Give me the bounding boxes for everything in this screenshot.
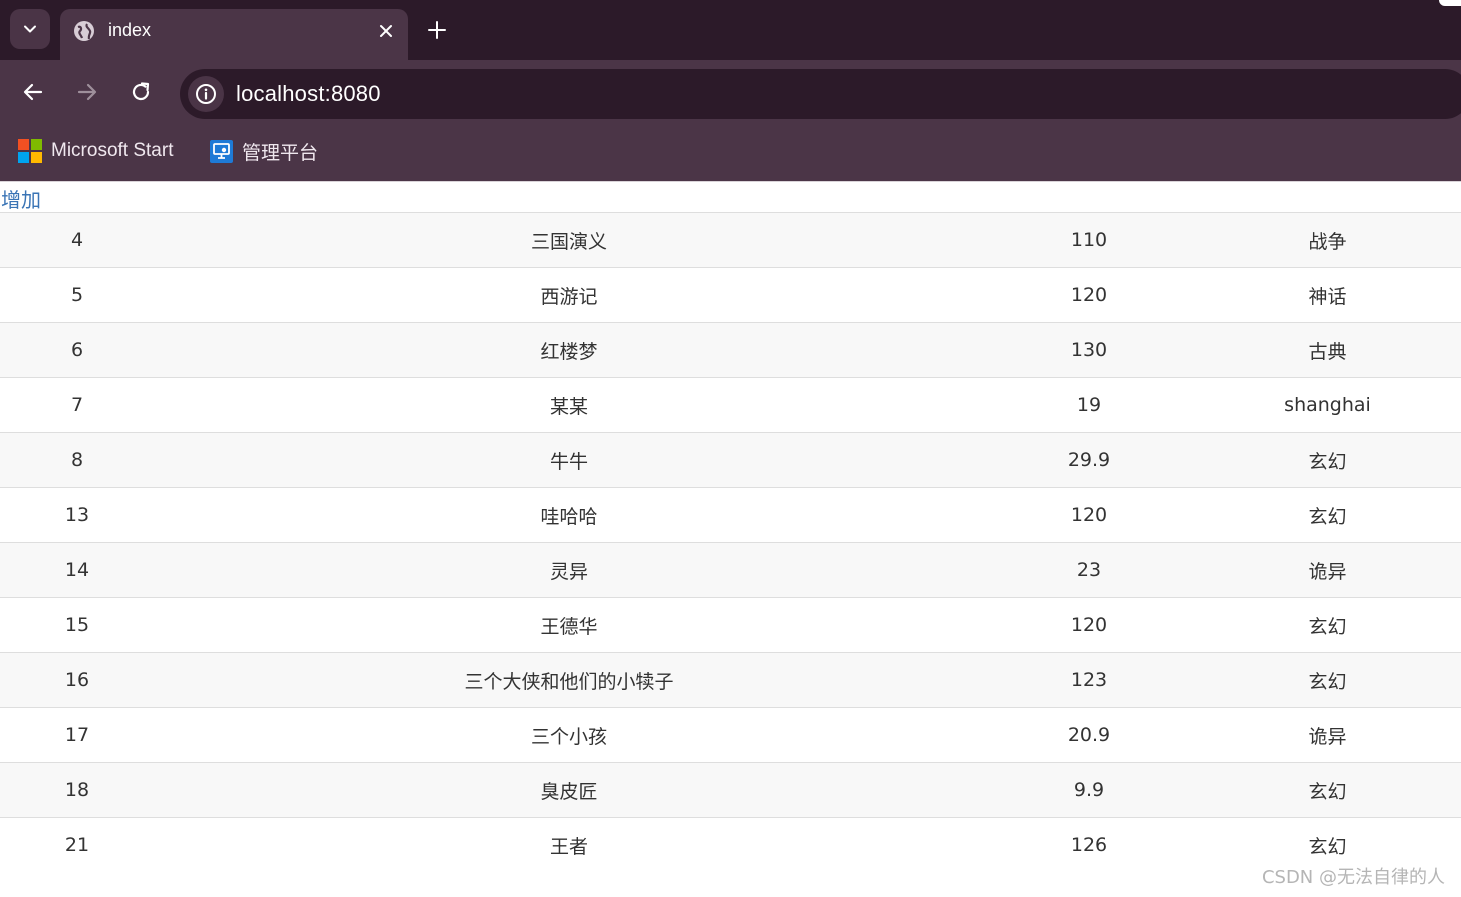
bookmark-admin-platform[interactable]: 管理平台 xyxy=(210,137,318,165)
table-row: 21 王者 126 玄幻 xyxy=(0,817,1461,872)
cell-name: 臭皮匠 xyxy=(154,762,984,818)
cell-id: 14 xyxy=(0,542,154,598)
url-text[interactable]: localhost:8080 xyxy=(236,81,381,107)
address-bar[interactable]: localhost:8080 xyxy=(180,69,1461,119)
bookmark-label: Microsoft Start xyxy=(51,140,174,161)
page-content: 增加 4 三国演义 110 战争 5 西游记 120 神话 6 红楼梦 130 古典 7 某某 19 shan… xyxy=(0,182,1461,897)
cell-price: 120 xyxy=(984,597,1194,653)
table-row: 7 某某 19 shanghai xyxy=(0,377,1461,433)
cell-category: 战争 xyxy=(1194,212,1461,268)
cell-name: 某某 xyxy=(154,377,984,433)
cell-name: 三国演义 xyxy=(154,212,984,268)
bookmarks-bar: Microsoft Start 管理平台 xyxy=(0,121,1461,181)
microsoft-logo-icon xyxy=(18,139,42,163)
cell-category: 古典 xyxy=(1194,322,1461,378)
cell-id: 15 xyxy=(0,597,154,653)
cell-name: 红楼梦 xyxy=(154,322,984,378)
cell-id: 7 xyxy=(0,377,154,433)
tab-strip: index xyxy=(0,0,1461,60)
cell-id: 5 xyxy=(0,267,154,323)
tab-search-button[interactable] xyxy=(10,9,50,49)
site-info-button[interactable] xyxy=(188,76,224,112)
cell-name: 牛牛 xyxy=(154,432,984,488)
window-corner xyxy=(1439,0,1461,6)
cell-category: 玄幻 xyxy=(1194,597,1461,653)
cell-name: 三个小孩 xyxy=(154,707,984,763)
cell-name: 三个大侠和他们的小犊子 xyxy=(154,652,984,708)
table-row: 14 灵异 23 诡异 xyxy=(0,542,1461,598)
cell-price: 130 xyxy=(984,322,1194,378)
table-row: 16 三个大侠和他们的小犊子 123 玄幻 xyxy=(0,652,1461,708)
table-row: 13 哇哈哈 120 玄幻 xyxy=(0,487,1461,543)
cell-price: 19 xyxy=(984,377,1194,433)
table-body: 4 三国演义 110 战争 5 西游记 120 神话 6 红楼梦 130 古典 7 某某 19 shangha… xyxy=(0,212,1461,872)
table-row: 18 臭皮匠 9.9 玄幻 xyxy=(0,762,1461,818)
cell-category: 诡异 xyxy=(1194,707,1461,763)
cell-price: 120 xyxy=(984,487,1194,543)
cell-price: 20.9 xyxy=(984,707,1194,763)
table-row: 15 王德华 120 玄幻 xyxy=(0,597,1461,653)
cell-category: 诡异 xyxy=(1194,542,1461,598)
cell-category: shanghai xyxy=(1194,377,1461,433)
cell-category: 玄幻 xyxy=(1194,762,1461,818)
cell-price: 123 xyxy=(984,652,1194,708)
cell-name: 西游记 xyxy=(154,267,984,323)
cell-name: 王者 xyxy=(154,817,984,872)
bookmark-microsoft-start[interactable]: Microsoft Start xyxy=(18,137,173,165)
cell-id: 16 xyxy=(0,652,154,708)
close-icon[interactable] xyxy=(376,21,396,41)
book-table: 4 三国演义 110 战争 5 西游记 120 神话 6 红楼梦 130 古典 7 某某 19 shangha… xyxy=(0,212,1461,872)
cell-name: 王德华 xyxy=(154,597,984,653)
chevron-down-icon xyxy=(24,25,36,33)
cell-category: 神话 xyxy=(1194,267,1461,323)
cell-id: 13 xyxy=(0,487,154,543)
cell-price: 110 xyxy=(984,212,1194,268)
bookmark-label: 管理平台 xyxy=(242,142,319,164)
new-tab-plus-icon[interactable] xyxy=(426,19,448,41)
table-row: 5 西游记 120 神话 xyxy=(0,267,1461,323)
cell-id: 6 xyxy=(0,322,154,378)
cell-name: 灵异 xyxy=(154,542,984,598)
cell-id: 4 xyxy=(0,212,154,268)
info-icon xyxy=(196,84,216,104)
csdn-watermark: CSDN @无法自律的人 xyxy=(1261,867,1445,888)
cell-id: 21 xyxy=(0,817,154,872)
cell-id: 8 xyxy=(0,432,154,488)
cell-category: 玄幻 xyxy=(1194,652,1461,708)
cell-price: 126 xyxy=(984,817,1194,872)
reload-icon[interactable] xyxy=(129,80,153,104)
cell-category: 玄幻 xyxy=(1194,487,1461,543)
cell-id: 18 xyxy=(0,762,154,818)
cell-price: 29.9 xyxy=(984,432,1194,488)
table-row: 4 三国演义 110 战争 xyxy=(0,212,1461,268)
cell-price: 9.9 xyxy=(984,762,1194,818)
cell-price: 120 xyxy=(984,267,1194,323)
table-row: 17 三个小孩 20.9 诡异 xyxy=(0,707,1461,763)
tab-title: index xyxy=(108,20,152,40)
table-row: 6 红楼梦 130 古典 xyxy=(0,322,1461,378)
active-tab[interactable]: index xyxy=(60,9,408,60)
cell-id: 17 xyxy=(0,707,154,763)
cell-price: 23 xyxy=(984,542,1194,598)
remote-desktop-icon xyxy=(210,139,233,163)
table-row: 8 牛牛 29.9 玄幻 xyxy=(0,432,1461,488)
back-arrow-icon[interactable] xyxy=(21,80,45,104)
cell-name: 哇哈哈 xyxy=(154,487,984,543)
globe-icon xyxy=(74,21,94,41)
browser-toolbar: localhost:8080 xyxy=(0,60,1461,121)
forward-arrow-icon[interactable] xyxy=(75,80,99,104)
cell-category: 玄幻 xyxy=(1194,432,1461,488)
add-link[interactable]: 增加 xyxy=(1,184,41,213)
